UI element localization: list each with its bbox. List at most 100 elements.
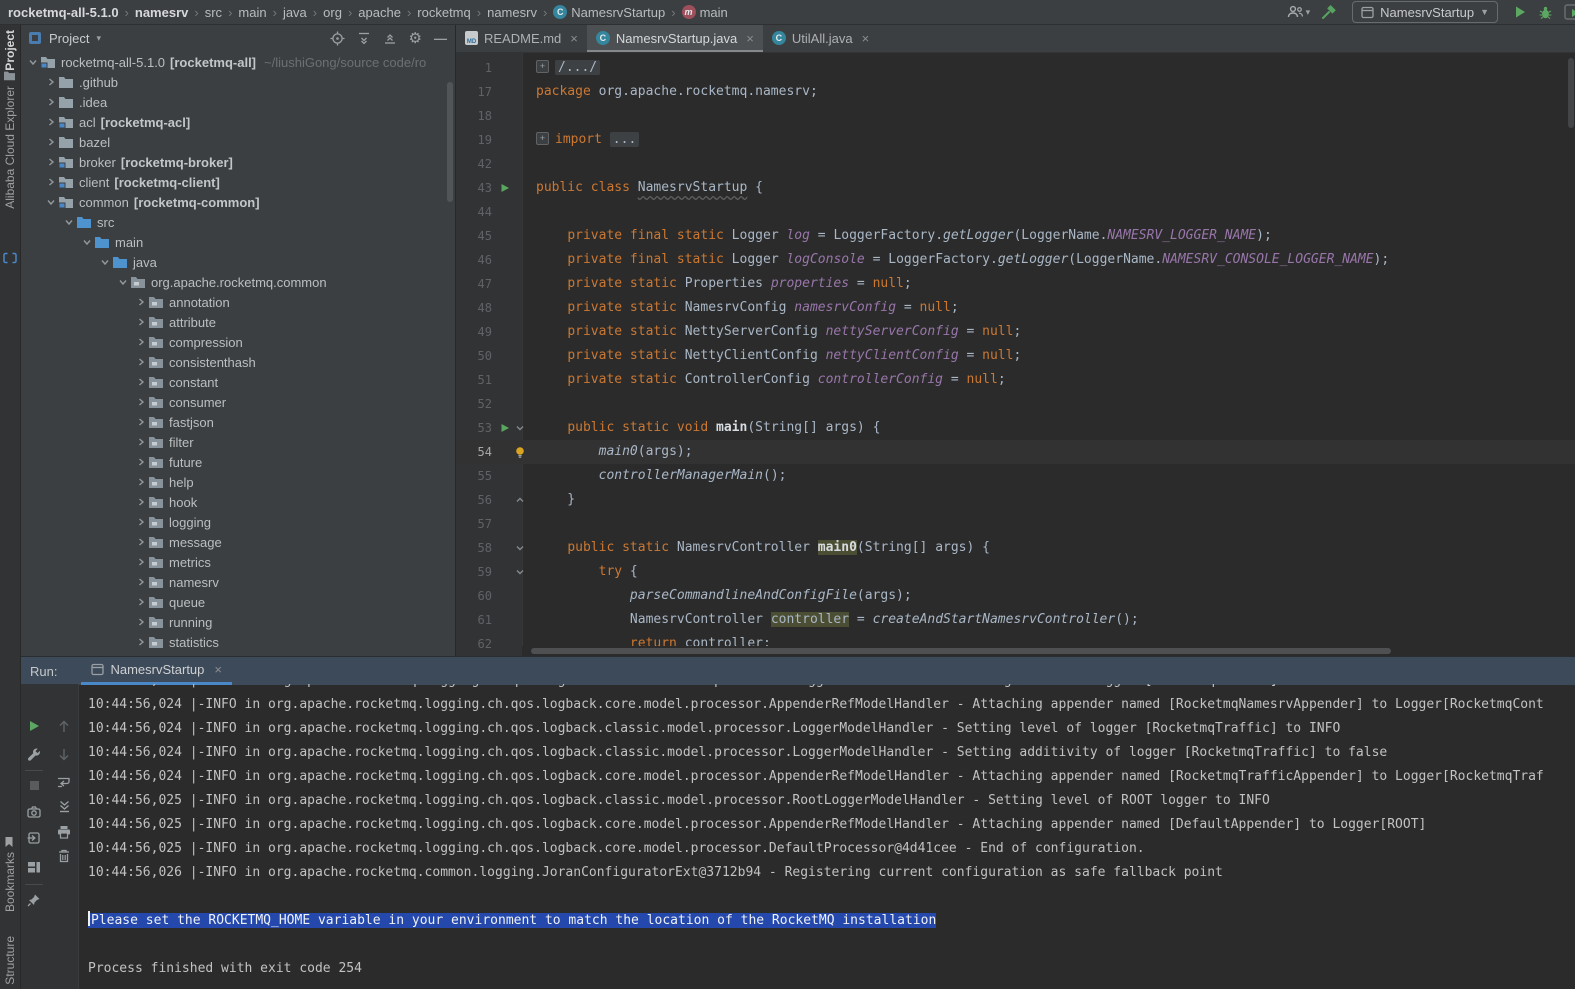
- tree-item[interactable]: bazel: [20, 132, 455, 152]
- editor-tab[interactable]: MDREADME.md×: [456, 24, 587, 52]
- close-icon[interactable]: ×: [570, 31, 578, 46]
- folder-icon[interactable]: [3, 70, 16, 81]
- tree-item[interactable]: compression: [20, 332, 455, 352]
- breadcrumb-item[interactable]: rocketmq: [417, 5, 470, 20]
- tree-item[interactable]: java: [20, 252, 455, 272]
- debug-button[interactable]: [1538, 5, 1553, 20]
- chevron-collapsed-icon[interactable]: [133, 317, 148, 327]
- code-editor[interactable]: 1+/.../17package org.apache.rocketmq.nam…: [456, 52, 1575, 656]
- chevron-down-icon[interactable]: ▾: [96, 33, 101, 44]
- chevron-collapsed-icon[interactable]: [133, 437, 148, 447]
- chevron-collapsed-icon[interactable]: [133, 357, 148, 367]
- tree-item[interactable]: filter: [20, 432, 455, 452]
- chevron-collapsed-icon[interactable]: [43, 97, 58, 107]
- run-configuration-select[interactable]: NamesrvStartup ▼: [1352, 1, 1498, 23]
- tree-scrollbar[interactable]: [447, 82, 453, 202]
- chevron-expanded-icon[interactable]: [43, 197, 58, 207]
- chevron-collapsed-icon[interactable]: [133, 577, 148, 587]
- chevron-collapsed-icon[interactable]: [133, 337, 148, 347]
- bookmark-icon[interactable]: [3, 836, 15, 848]
- chevron-collapsed-icon[interactable]: [133, 397, 148, 407]
- chevron-collapsed-icon[interactable]: [133, 517, 148, 527]
- tree-item[interactable]: src: [20, 212, 455, 232]
- close-icon[interactable]: ×: [862, 31, 870, 46]
- close-icon[interactable]: ×: [214, 662, 222, 677]
- chevron-collapsed-icon[interactable]: [133, 417, 148, 427]
- breadcrumb-item[interactable]: CNamesrvStartup: [553, 5, 665, 20]
- alibaba-cloud-icon[interactable]: [3, 252, 17, 264]
- chevron-collapsed-icon[interactable]: [133, 477, 148, 487]
- tree-item[interactable]: .github: [20, 72, 455, 92]
- chevron-collapsed-icon[interactable]: [133, 537, 148, 547]
- tree-item[interactable]: fastjson: [20, 412, 455, 432]
- tree-item[interactable]: help: [20, 472, 455, 492]
- chevron-collapsed-icon[interactable]: [43, 77, 58, 87]
- users-icon[interactable]: ▾: [1287, 4, 1311, 20]
- hide-panel-icon[interactable]: —: [434, 31, 447, 46]
- chevron-expanded-icon[interactable]: [25, 57, 40, 67]
- chevron-collapsed-icon[interactable]: [43, 177, 58, 187]
- collapse-all-icon[interactable]: [383, 31, 397, 45]
- tree-item[interactable]: acl[rocketmq-acl]: [20, 112, 455, 132]
- expand-all-icon[interactable]: [357, 31, 371, 45]
- fold-plus-icon[interactable]: +: [536, 132, 549, 145]
- breadcrumb-item[interactable]: namesrv: [487, 5, 537, 20]
- run-gutter-button[interactable]: [498, 183, 512, 193]
- tree-item[interactable]: annotation: [20, 292, 455, 312]
- breadcrumb-item[interactable]: apache: [358, 5, 401, 20]
- coverage-button[interactable]: [1564, 4, 1575, 20]
- breadcrumb-item[interactable]: org: [323, 5, 342, 20]
- editor-tab[interactable]: CUtilAll.java×: [763, 24, 878, 52]
- build-hammer-icon[interactable]: [1321, 4, 1337, 20]
- tool-window-button-alibaba-cloud-explorer[interactable]: Alibaba Cloud Explorer: [3, 86, 17, 209]
- chevron-collapsed-icon[interactable]: [133, 497, 148, 507]
- chevron-expanded-icon[interactable]: [61, 217, 76, 227]
- chevron-collapsed-icon[interactable]: [133, 617, 148, 627]
- chevron-expanded-icon[interactable]: [97, 257, 112, 267]
- tree-item[interactable]: attribute: [20, 312, 455, 332]
- chevron-collapsed-icon[interactable]: [43, 117, 58, 127]
- breadcrumb-item[interactable]: java: [283, 5, 307, 20]
- tree-item[interactable]: statistics: [20, 632, 455, 652]
- chevron-collapsed-icon[interactable]: [43, 157, 58, 167]
- chevron-collapsed-icon[interactable]: [133, 597, 148, 607]
- editor-horizontal-scrollbar[interactable]: [522, 646, 1575, 656]
- chevron-collapsed-icon[interactable]: [133, 457, 148, 467]
- breadcrumb-item[interactable]: rocketmq-all-5.1.0: [8, 5, 119, 20]
- editor-vertical-scrollbar[interactable]: [1568, 58, 1574, 128]
- run-gutter-button[interactable]: [498, 423, 512, 433]
- fold-plus-icon[interactable]: +: [536, 60, 549, 73]
- tool-window-button-project[interactable]: Project: [3, 30, 17, 71]
- tree-item[interactable]: main: [20, 232, 455, 252]
- breadcrumb-item[interactable]: mmain: [682, 5, 728, 20]
- chevron-collapsed-icon[interactable]: [133, 557, 148, 567]
- tree-item[interactable]: rocketmq-all-5.1.0[rocketmq-all]~/liushi…: [20, 52, 455, 72]
- editor-tab[interactable]: CNamesrvStartup.java×: [587, 24, 763, 52]
- run-tab[interactable]: NamesrvStartup ×: [81, 657, 232, 685]
- tree-item[interactable]: hook: [20, 492, 455, 512]
- tree-item[interactable]: future: [20, 452, 455, 472]
- breadcrumb-item[interactable]: namesrv: [135, 5, 188, 20]
- tree-item[interactable]: running: [20, 612, 455, 632]
- tree-item[interactable]: broker[rocketmq-broker]: [20, 152, 455, 172]
- run-button[interactable]: [1513, 5, 1527, 19]
- tree-item[interactable]: org.apache.rocketmq.common: [20, 272, 455, 292]
- tree-item[interactable]: client[rocketmq-client]: [20, 172, 455, 192]
- chevron-expanded-icon[interactable]: [115, 277, 130, 287]
- chevron-collapsed-icon[interactable]: [133, 377, 148, 387]
- run-console[interactable]: 10:44:56,024 |-INFO in org.apache.rocket…: [20, 684, 1575, 989]
- chevron-expanded-icon[interactable]: [79, 237, 94, 247]
- tree-item[interactable]: .idea: [20, 92, 455, 112]
- breadcrumb[interactable]: rocketmq-all-5.1.0›namesrv›src›main›java…: [0, 5, 728, 20]
- tree-item[interactable]: logging: [20, 512, 455, 532]
- tree-item[interactable]: namesrv: [20, 572, 455, 592]
- tree-item[interactable]: constant: [20, 372, 455, 392]
- chevron-collapsed-icon[interactable]: [133, 637, 148, 647]
- breadcrumb-item[interactable]: src: [205, 5, 222, 20]
- breadcrumb-item[interactable]: main: [238, 5, 266, 20]
- tool-window-button-bookmarks[interactable]: Bookmarks: [3, 852, 17, 912]
- tree-item[interactable]: message: [20, 532, 455, 552]
- close-icon[interactable]: ×: [746, 31, 754, 46]
- tree-item[interactable]: common[rocketmq-common]: [20, 192, 455, 212]
- intention-bulb-button[interactable]: [512, 446, 528, 459]
